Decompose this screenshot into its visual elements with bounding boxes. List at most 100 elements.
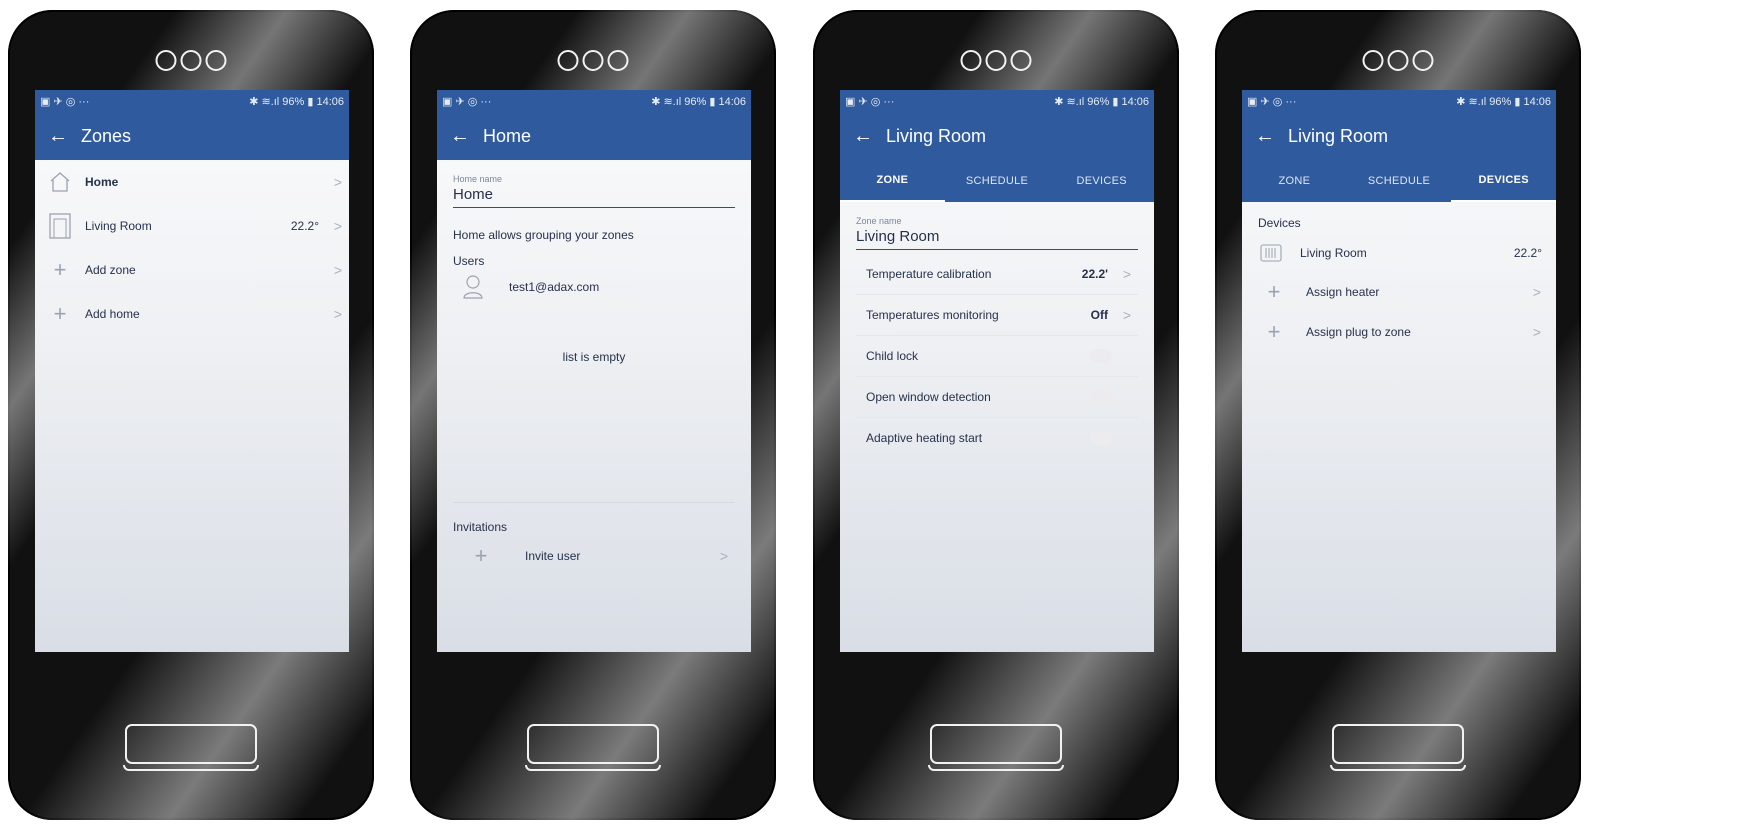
- chevron-right-icon: >: [1122, 266, 1132, 282]
- hardware-home-button[interactable]: [1330, 724, 1466, 771]
- hardware-home-button[interactable]: [123, 724, 259, 771]
- list-item-living-room[interactable]: Living Room 22.2° >: [35, 204, 349, 248]
- room-icon: [35, 212, 85, 240]
- setting-temperature-calibration[interactable]: Temperature calibration 22.2' >: [856, 254, 1138, 295]
- status-left-icons: ▣ ✈ ◎ ···: [40, 95, 90, 108]
- chevron-right-icon: >: [1532, 284, 1542, 300]
- invitations-label: Invitations: [453, 520, 508, 534]
- child-lock-toggle[interactable]: [1090, 349, 1112, 363]
- setting-value: Off: [1090, 308, 1108, 322]
- back-arrow-icon[interactable]: ←: [437, 125, 483, 148]
- camera-icon: [155, 50, 227, 71]
- hardware-home-button[interactable]: [525, 724, 661, 771]
- status-left-icons: ▣ ✈ ◎ ···: [442, 95, 492, 108]
- tab-schedule[interactable]: SCHEDULE: [1347, 160, 1452, 202]
- users-label: Users: [453, 254, 485, 268]
- open-window-toggle[interactable]: [1090, 390, 1112, 404]
- phone-home: ▣ ✈ ◎ ··· ✱ ≋.ıl 96% ▮ 14:06 ← Home Home…: [410, 10, 776, 820]
- page-title: Home: [483, 125, 532, 146]
- screen-living-devices: ▣ ✈ ◎ ··· ✱ ≋.ıl 96% ▮ 14:06 ← Living Ro…: [1242, 90, 1556, 652]
- chevron-right-icon: >: [719, 548, 729, 564]
- plus-icon: +: [1267, 279, 1281, 304]
- adaptive-heating-toggle[interactable]: [1090, 431, 1112, 445]
- chevron-right-icon: >: [333, 306, 343, 322]
- back-arrow-icon[interactable]: ←: [35, 125, 81, 148]
- home-name-label: Home name: [453, 174, 503, 184]
- plus-icon: +: [53, 257, 67, 282]
- tab-zone[interactable]: ZONE: [840, 160, 945, 202]
- home-description: Home allows grouping your zones: [453, 228, 634, 242]
- status-right: ✱ ≋.ıl 96% ▮ 14:06: [651, 95, 746, 108]
- app-bar: ← Zones: [35, 112, 349, 160]
- list-item-add-home[interactable]: + Add home >: [35, 292, 349, 336]
- camera-icon: [960, 50, 1032, 71]
- plus-icon: +: [474, 543, 488, 568]
- user-email: test1@adax.com: [509, 280, 600, 294]
- divider: [453, 502, 735, 503]
- status-right: ✱ ≋.ıl 96% ▮ 14:06: [249, 95, 344, 108]
- devices-label: Devices: [1258, 216, 1301, 230]
- status-right: ✱ ≋.ıl 96% ▮ 14:06: [1054, 95, 1149, 108]
- invite-user-label: Invite user: [525, 549, 581, 563]
- screen-living-zone: ▣ ✈ ◎ ··· ✱ ≋.ıl 96% ▮ 14:06 ← Living Ro…: [840, 90, 1154, 652]
- setting-adaptive-heating-start[interactable]: Adaptive heating start: [856, 418, 1138, 458]
- tab-devices[interactable]: DEVICES: [1451, 160, 1556, 202]
- page-title: Living Room: [1288, 125, 1389, 146]
- setting-child-lock[interactable]: Child lock: [856, 336, 1138, 377]
- device-row-living-room[interactable]: Living Room 22.2°: [1242, 234, 1556, 272]
- app-bar: ← Living Room: [1242, 112, 1556, 160]
- camera-icon: [557, 50, 629, 71]
- status-left-icons: ▣ ✈ ◎ ···: [1247, 95, 1297, 108]
- zone-name-label: Zone name: [856, 216, 902, 226]
- chevron-right-icon: >: [333, 218, 343, 234]
- tab-zone[interactable]: ZONE: [1242, 160, 1347, 202]
- screen-home: ▣ ✈ ◎ ··· ✱ ≋.ıl 96% ▮ 14:06 ← Home Home…: [437, 90, 751, 652]
- chevron-right-icon: >: [1532, 324, 1542, 340]
- tab-devices[interactable]: DEVICES: [1049, 160, 1154, 202]
- page-title: Living Room: [886, 125, 987, 146]
- chevron-right-icon: >: [1122, 307, 1132, 323]
- setting-open-window-detection[interactable]: Open window detection: [856, 377, 1138, 418]
- app-bar: ← Living Room: [840, 112, 1154, 160]
- heater-icon: [1242, 244, 1300, 262]
- back-arrow-icon[interactable]: ←: [840, 125, 886, 148]
- status-bar: ▣ ✈ ◎ ··· ✱ ≋.ıl 96% ▮ 14:06: [840, 90, 1154, 112]
- temperature-value: 22.2°: [290, 219, 319, 233]
- tab-schedule[interactable]: SCHEDULE: [945, 160, 1050, 202]
- assign-plug-row[interactable]: + Assign plug to zone >: [1242, 312, 1556, 352]
- settings-list: Temperature calibration 22.2' > Temperat…: [856, 254, 1138, 458]
- list-item-label: Add home: [85, 307, 140, 321]
- temperature-value: 22.2°: [1513, 246, 1542, 260]
- assign-heater-label: Assign heater: [1306, 285, 1380, 299]
- list-item-home[interactable]: Home >: [35, 160, 349, 204]
- app-bar: ← Home: [437, 112, 751, 160]
- plus-icon: +: [1267, 319, 1281, 344]
- list-item-add-zone[interactable]: + Add zone >: [35, 248, 349, 292]
- setting-label: Adaptive heating start: [866, 431, 983, 445]
- hardware-home-button[interactable]: [928, 724, 1064, 771]
- house-icon: [35, 170, 85, 194]
- setting-label: Temperature calibration: [866, 267, 992, 281]
- camera-icon: [1362, 50, 1434, 71]
- user-row: test1@adax.com: [437, 268, 751, 306]
- setting-value: 22.2': [1081, 267, 1108, 281]
- tab-bar: ZONE SCHEDULE DEVICES: [1242, 160, 1556, 202]
- invite-user-row[interactable]: + Invite user >: [437, 536, 751, 576]
- setting-temperatures-monitoring[interactable]: Temperatures monitoring Off >: [856, 295, 1138, 336]
- back-arrow-icon[interactable]: ←: [1242, 125, 1288, 148]
- list-item-label: Home: [85, 175, 119, 189]
- phone-living-devices: ▣ ✈ ◎ ··· ✱ ≋.ıl 96% ▮ 14:06 ← Living Ro…: [1215, 10, 1581, 820]
- chevron-right-icon: >: [333, 262, 343, 278]
- assign-heater-row[interactable]: + Assign heater >: [1242, 272, 1556, 312]
- setting-label: Open window detection: [866, 390, 991, 404]
- assign-plug-label: Assign plug to zone: [1306, 325, 1411, 339]
- user-icon: [437, 274, 509, 300]
- list-item-label: Add zone: [85, 263, 136, 277]
- status-bar: ▣ ✈ ◎ ··· ✱ ≋.ıl 96% ▮ 14:06: [35, 90, 349, 112]
- zone-name-field[interactable]: Living Room: [856, 228, 1138, 250]
- screen-zones: ▣ ✈ ◎ ··· ✱ ≋.ıl 96% ▮ 14:06 ← Zones Hom…: [35, 90, 349, 652]
- phone-zones: ▣ ✈ ◎ ··· ✱ ≋.ıl 96% ▮ 14:06 ← Zones Hom…: [8, 10, 374, 820]
- list-item-label: Living Room: [85, 219, 152, 233]
- phone-living-zone: ▣ ✈ ◎ ··· ✱ ≋.ıl 96% ▮ 14:06 ← Living Ro…: [813, 10, 1179, 820]
- home-name-field[interactable]: Home: [453, 186, 735, 208]
